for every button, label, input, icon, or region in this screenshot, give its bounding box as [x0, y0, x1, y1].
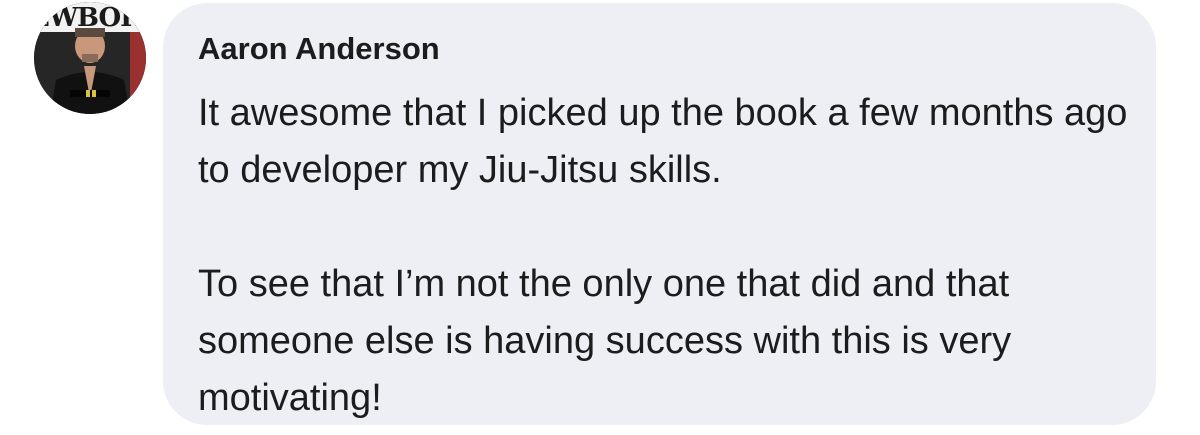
comment-paragraph: To see that I’m not the only one that di…	[198, 263, 1012, 419]
comment: EWBOR Aaron Anderson It awesome that I p…	[0, 0, 1200, 435]
profile-photo-icon: EWBOR	[34, 2, 146, 114]
comment-text: It awesome that I picked up the book a f…	[198, 85, 1138, 427]
avatar[interactable]: EWBOR	[34, 2, 146, 114]
comment-bubble: Aaron Anderson It awesome that I picked …	[163, 3, 1156, 425]
comment-paragraph: It awesome that I picked up the book a f…	[198, 92, 1128, 191]
author-name[interactable]: Aaron Anderson	[198, 31, 440, 67]
